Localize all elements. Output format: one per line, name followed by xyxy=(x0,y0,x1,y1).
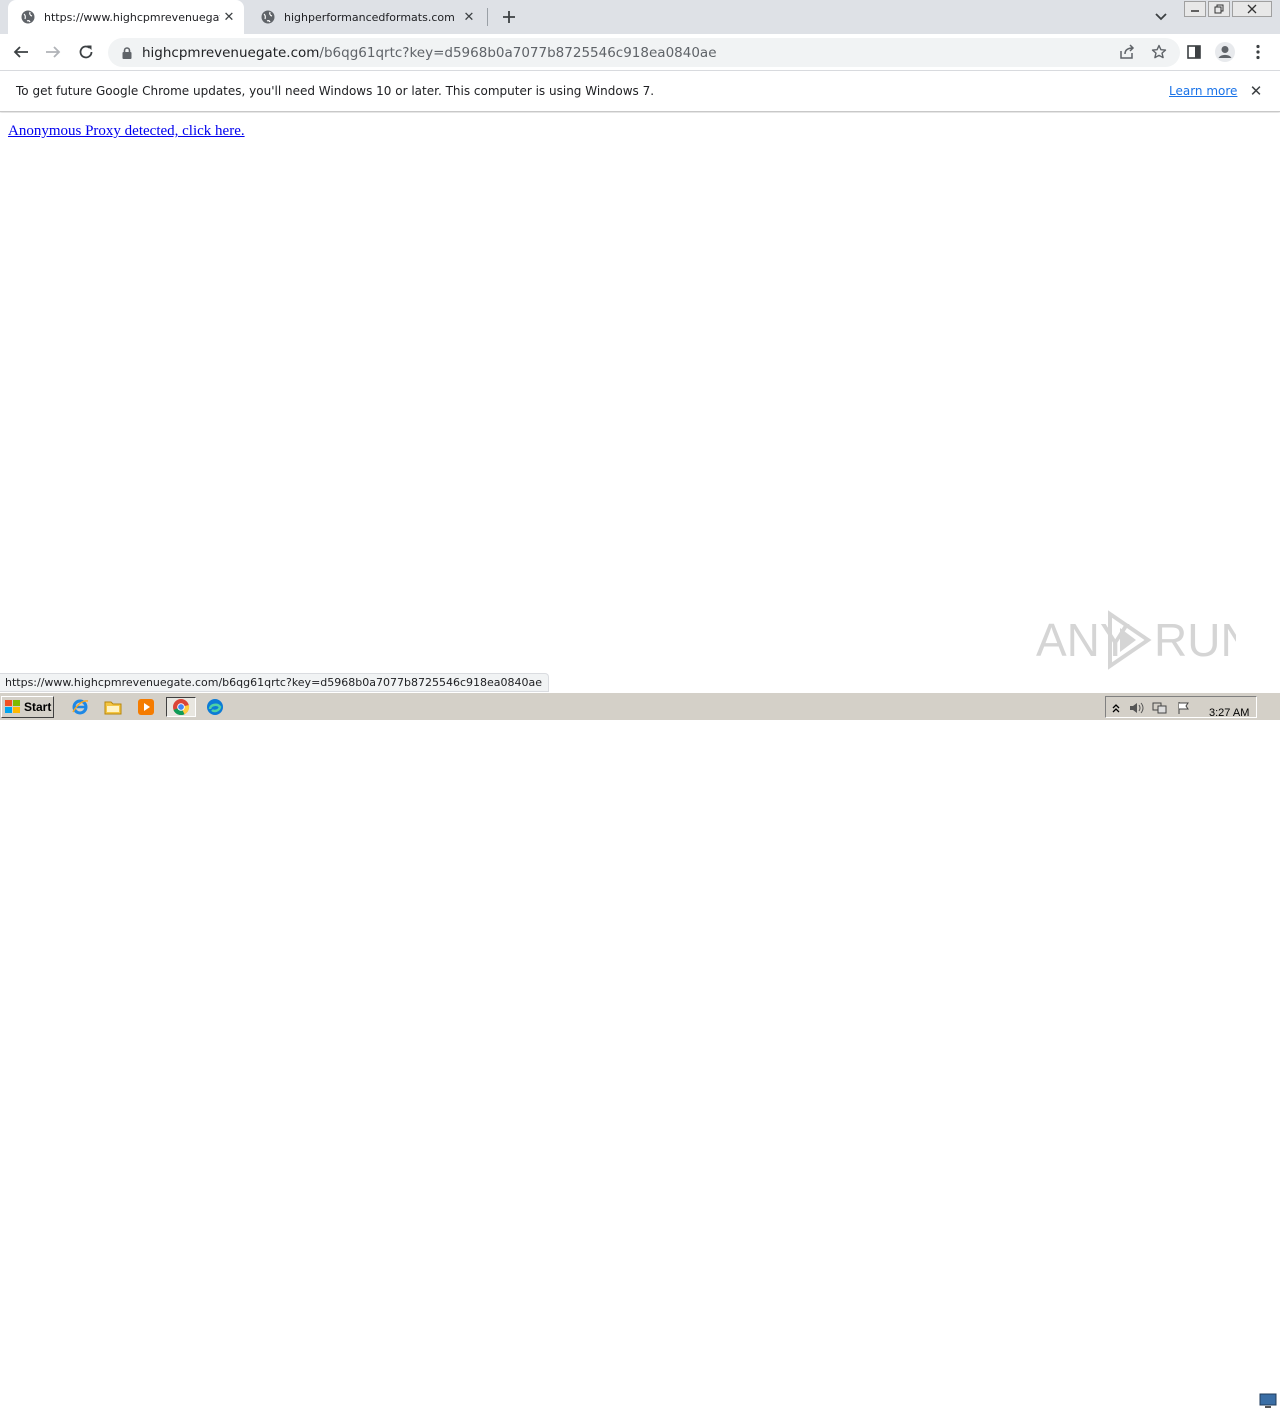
profile-avatar-icon[interactable] xyxy=(1213,40,1237,64)
watermark-text-left: ANY xyxy=(1036,614,1131,666)
restore-icon[interactable] xyxy=(1208,1,1230,17)
back-arrow-icon[interactable] xyxy=(9,40,33,64)
status-url-bubble: https://www.highcpmrevenuegate.com/b6qg6… xyxy=(0,673,550,692)
infobar-message: To get future Google Chrome updates, you… xyxy=(16,84,655,98)
anyrun-watermark: ANY RUN xyxy=(1036,608,1254,672)
windows-taskbar: Start xyxy=(0,692,1280,1408)
tab-active[interactable]: https://www.highcpmrevenuegate.c ✕ xyxy=(8,0,244,34)
lock-icon[interactable] xyxy=(120,46,134,60)
tray-expand-icon[interactable] xyxy=(1108,700,1124,716)
tab-inactive[interactable]: highperformancedformats.com ✕ xyxy=(248,0,484,34)
address-path: /b6qg61qrtc?key=d5968b0a7077b8725546c918… xyxy=(319,44,717,61)
globe-icon xyxy=(260,9,276,25)
minimize-icon[interactable] xyxy=(1184,1,1206,17)
tab-title: https://www.highcpmrevenuegate.c xyxy=(44,10,220,24)
tab-close-icon[interactable]: ✕ xyxy=(220,8,238,26)
media-player-icon[interactable] xyxy=(135,697,157,717)
action-center-flag-icon[interactable] xyxy=(1176,700,1192,716)
taskbar-clock[interactable]: 3:27 AM xyxy=(1209,707,1249,719)
new-tab-icon[interactable] xyxy=(500,8,518,26)
share-icon[interactable] xyxy=(1118,43,1136,61)
file-explorer-icon[interactable] xyxy=(102,697,124,717)
volume-icon[interactable] xyxy=(1128,700,1144,716)
browser-toolbar: highcpmrevenuegate.com/b6qg61qrtc?key=d5… xyxy=(0,34,1280,71)
page-content: Anonymous Proxy detected, click here. xyxy=(0,113,1280,691)
address-url: highcpmrevenuegate.com/b6qg61qrtc?key=d5… xyxy=(142,45,717,61)
close-window-icon[interactable] xyxy=(1232,1,1272,17)
kebab-menu-icon[interactable] xyxy=(1246,40,1270,64)
chrome-taskbar-icon[interactable] xyxy=(166,697,196,717)
infobar-close-icon[interactable]: ✕ xyxy=(1248,82,1264,100)
tab-strip: https://www.highcpmrevenuegate.c ✕ highp… xyxy=(0,0,1280,34)
internet-explorer-icon[interactable] xyxy=(69,697,91,717)
edge-icon[interactable] xyxy=(204,697,226,717)
address-host: highcpmrevenuegate.com xyxy=(142,44,320,61)
tab-title: highperformancedformats.com xyxy=(284,10,455,24)
address-bar[interactable]: highcpmrevenuegate.com/b6qg61qrtc?key=d5… xyxy=(108,38,1180,67)
bookmark-star-icon[interactable] xyxy=(1150,43,1168,61)
show-desktop-icon[interactable] xyxy=(1259,1391,1277,1409)
update-infobar: To get future Google Chrome updates, you… xyxy=(0,71,1280,112)
network-icon[interactable] xyxy=(1152,700,1168,716)
side-panel-icon[interactable] xyxy=(1182,40,1206,64)
forward-arrow-icon[interactable] xyxy=(41,40,65,64)
learn-more-link[interactable]: Learn more xyxy=(1169,84,1237,98)
proxy-detected-link[interactable]: Anonymous Proxy detected, click here. xyxy=(8,123,245,140)
start-label: Start xyxy=(24,700,52,714)
tab-separator xyxy=(487,8,488,26)
watermark-text-right: RUN xyxy=(1154,614,1236,666)
windows-flag-icon xyxy=(5,700,21,714)
tab-close-icon[interactable]: ✕ xyxy=(460,8,478,26)
tab-search-chevron-icon[interactable] xyxy=(1152,8,1170,26)
globe-icon xyxy=(20,9,36,25)
start-button[interactable]: Start xyxy=(1,696,54,718)
reload-icon[interactable] xyxy=(74,40,98,64)
